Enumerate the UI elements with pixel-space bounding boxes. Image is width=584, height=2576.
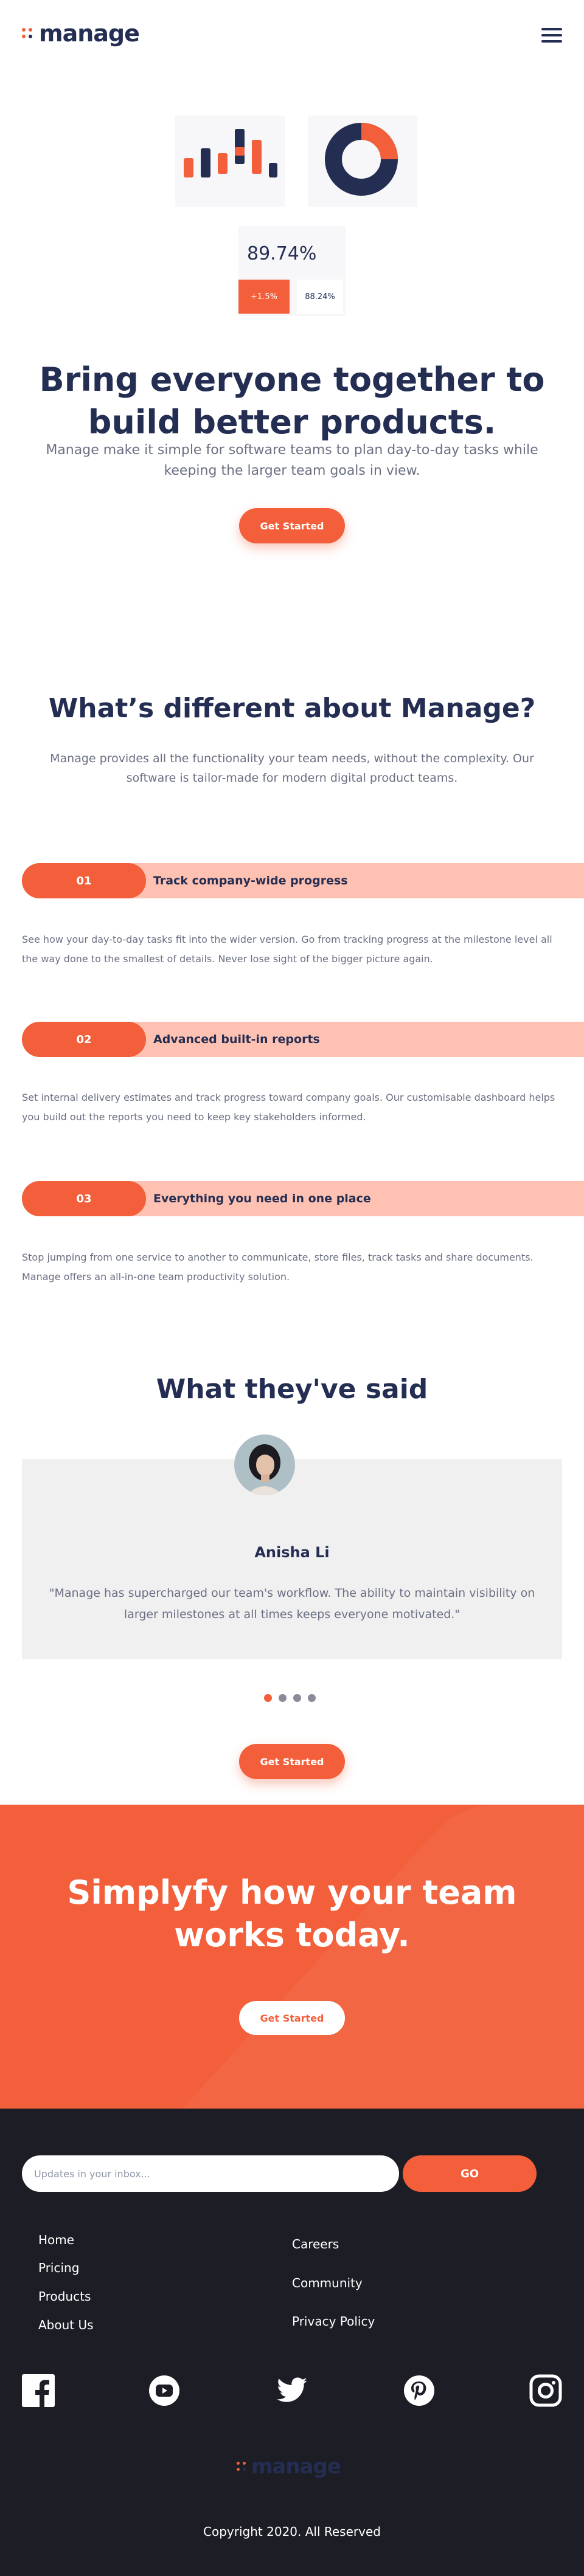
feature-title: Track company-wide progress <box>153 874 348 887</box>
hero-description: Manage make it simple for software teams… <box>46 443 538 479</box>
feature-number: 01 <box>22 863 146 898</box>
site-footer: Updates in your inbox... GO Home Pricing… <box>0 2109 584 2576</box>
stat-value: 89.74% <box>247 243 317 264</box>
carousel-dot-active[interactable] <box>264 1694 272 1702</box>
feature-title: Everything you need in one place <box>153 1192 371 1205</box>
pinterest-icon[interactable] <box>403 2374 436 2407</box>
logo-mark-icon <box>22 28 33 39</box>
instagram-icon[interactable] <box>529 2374 562 2407</box>
feature-text: See how your day-to-day tasks fit into t… <box>22 934 552 965</box>
footer-logo[interactable]: manage <box>237 2454 341 2479</box>
carousel-dot[interactable] <box>308 1694 316 1702</box>
logo[interactable]: manage <box>22 20 140 47</box>
carousel-dots <box>264 1694 316 1702</box>
feature-header-1: 01 Track company-wide progress <box>22 863 584 898</box>
twitter-icon[interactable] <box>276 2374 308 2407</box>
feature-text: Set internal delivery estimates and trac… <box>22 1092 555 1123</box>
feature-number: 02 <box>22 1022 146 1057</box>
logo-text: manage <box>39 20 140 47</box>
chart-bar <box>201 148 210 177</box>
feature-title: Advanced built-in reports <box>153 1033 320 1046</box>
donut-chart-graphic <box>325 123 398 196</box>
donut-chart-card <box>308 115 417 207</box>
chart-bar <box>184 158 193 177</box>
avatar <box>234 1434 295 1495</box>
footer-link-products[interactable]: Products <box>38 2289 91 2304</box>
site-header: manage <box>0 0 584 68</box>
hamburger-icon[interactable] <box>541 28 562 43</box>
bar-chart-graphic <box>184 129 277 177</box>
chart-bar <box>269 163 277 177</box>
feature-text: Stop jumping from one service to another… <box>22 1252 534 1283</box>
footer-logo-text: manage <box>251 2454 341 2479</box>
different-title: What’s different about Manage? <box>48 693 536 724</box>
hero-illustration: 89.74% +1.5% 88.24% <box>170 113 426 320</box>
feature-header-2: 02 Advanced built-in reports <box>22 1022 584 1057</box>
logo-mark-icon <box>237 2462 246 2471</box>
testimonial-name: Anisha Li <box>254 1544 330 1561</box>
footer-link-privacy[interactable]: Privacy Policy <box>292 2314 375 2329</box>
chart-bar <box>218 153 228 174</box>
youtube-icon[interactable] <box>148 2374 181 2407</box>
cta-section: Simplyfy how your team works today. Get … <box>0 1805 584 2109</box>
footer-link-about[interactable]: About Us <box>38 2318 94 2332</box>
different-description: Manage provides all the functionality yo… <box>50 752 534 785</box>
avatar-portrait-icon <box>234 1434 295 1495</box>
copyright: Copyright 2020. All Reserved <box>203 2524 381 2539</box>
chart-bar <box>252 140 262 174</box>
get-started-button-testimonials[interactable]: Get Started <box>239 1744 345 1779</box>
cta-title: Simplyfy how your team works today. <box>67 1873 517 1955</box>
feature-number: 03 <box>22 1181 146 1216</box>
newsletter-input[interactable]: Updates in your inbox... <box>22 2155 399 2192</box>
hero-title: Bring everyone together to build better … <box>39 360 545 442</box>
footer-link-home[interactable]: Home <box>38 2233 74 2247</box>
cta-get-started-button[interactable]: Get Started <box>239 2001 345 2035</box>
feature-header-3: 03 Everything you need in one place <box>22 1181 584 1216</box>
bar-chart-card <box>175 115 285 207</box>
go-button[interactable]: GO <box>403 2155 537 2192</box>
stat-change-badge: +1.5% <box>238 280 290 314</box>
carousel-dot[interactable] <box>279 1694 287 1702</box>
footer-link-pricing[interactable]: Pricing <box>38 2261 79 2275</box>
get-started-button[interactable]: Get Started <box>239 508 345 543</box>
stat-secondary-value: 88.24% <box>297 280 343 314</box>
chart-bar <box>235 129 245 164</box>
chart-bar <box>235 147 245 156</box>
stat-card: 89.74% +1.5% 88.24% <box>238 226 346 316</box>
facebook-icon[interactable] <box>22 2374 55 2407</box>
carousel-dot[interactable] <box>293 1694 301 1702</box>
footer-link-community[interactable]: Community <box>292 2276 363 2290</box>
testimonials-title: What they've said <box>156 1374 428 1405</box>
testimonial-quote: "Manage has supercharged our team's work… <box>49 1586 535 1622</box>
footer-link-careers[interactable]: Careers <box>292 2237 339 2251</box>
